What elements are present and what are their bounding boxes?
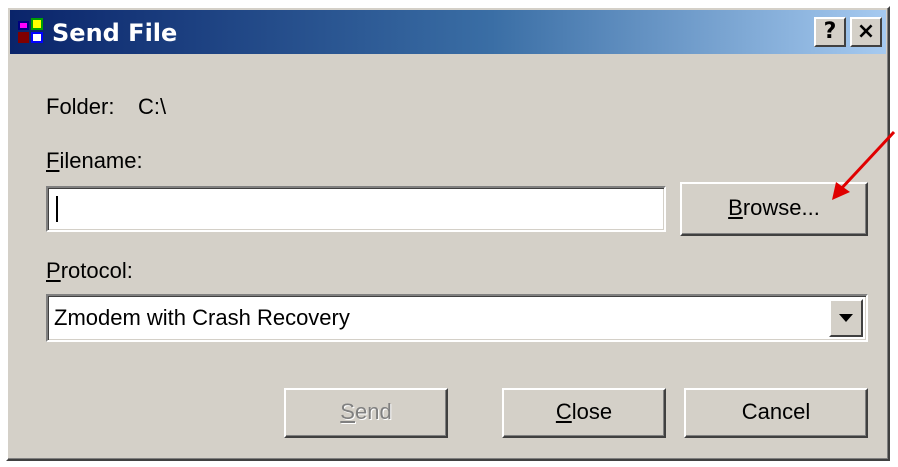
- folder-value: C:\: [138, 94, 167, 119]
- protocol-label-accel: P: [46, 258, 61, 283]
- filename-label: Filename:: [46, 148, 143, 174]
- protocol-dropdown[interactable]: Zmodem with Crash Recovery: [46, 294, 868, 342]
- text-caret: [56, 196, 58, 222]
- cancel-button[interactable]: Cancel: [684, 388, 868, 438]
- title-bar[interactable]: Send File ? ×: [10, 10, 886, 54]
- close-window-button[interactable]: ×: [850, 17, 882, 47]
- filename-input[interactable]: [46, 186, 666, 232]
- send-label: end: [354, 399, 392, 424]
- close-label: lose: [571, 399, 613, 424]
- folder-label: Folder:: [46, 94, 115, 119]
- send-file-dialog: Send File ? × Folder: C:\ Filename: Brow…: [6, 6, 890, 461]
- close-button[interactable]: Close: [502, 388, 666, 438]
- app-icon: [18, 18, 43, 43]
- dropdown-arrow-icon[interactable]: [829, 299, 863, 337]
- protocol-selected-value: Zmodem with Crash Recovery: [54, 305, 350, 330]
- window-title: Send File: [52, 19, 178, 47]
- browse-label: rowse...: [742, 195, 820, 220]
- filename-label-text: ilename:: [59, 148, 143, 173]
- close-accel: C: [555, 399, 572, 424]
- help-button[interactable]: ?: [814, 17, 846, 47]
- protocol-label: Protocol:: [46, 258, 133, 284]
- filename-label-accel: F: [46, 148, 60, 173]
- send-button[interactable]: Send: [284, 388, 448, 438]
- red-pointer-arrow-icon: [832, 130, 896, 200]
- send-accel: S: [340, 399, 355, 424]
- browse-accel: B: [728, 195, 743, 220]
- protocol-label-text: rotocol:: [60, 258, 133, 283]
